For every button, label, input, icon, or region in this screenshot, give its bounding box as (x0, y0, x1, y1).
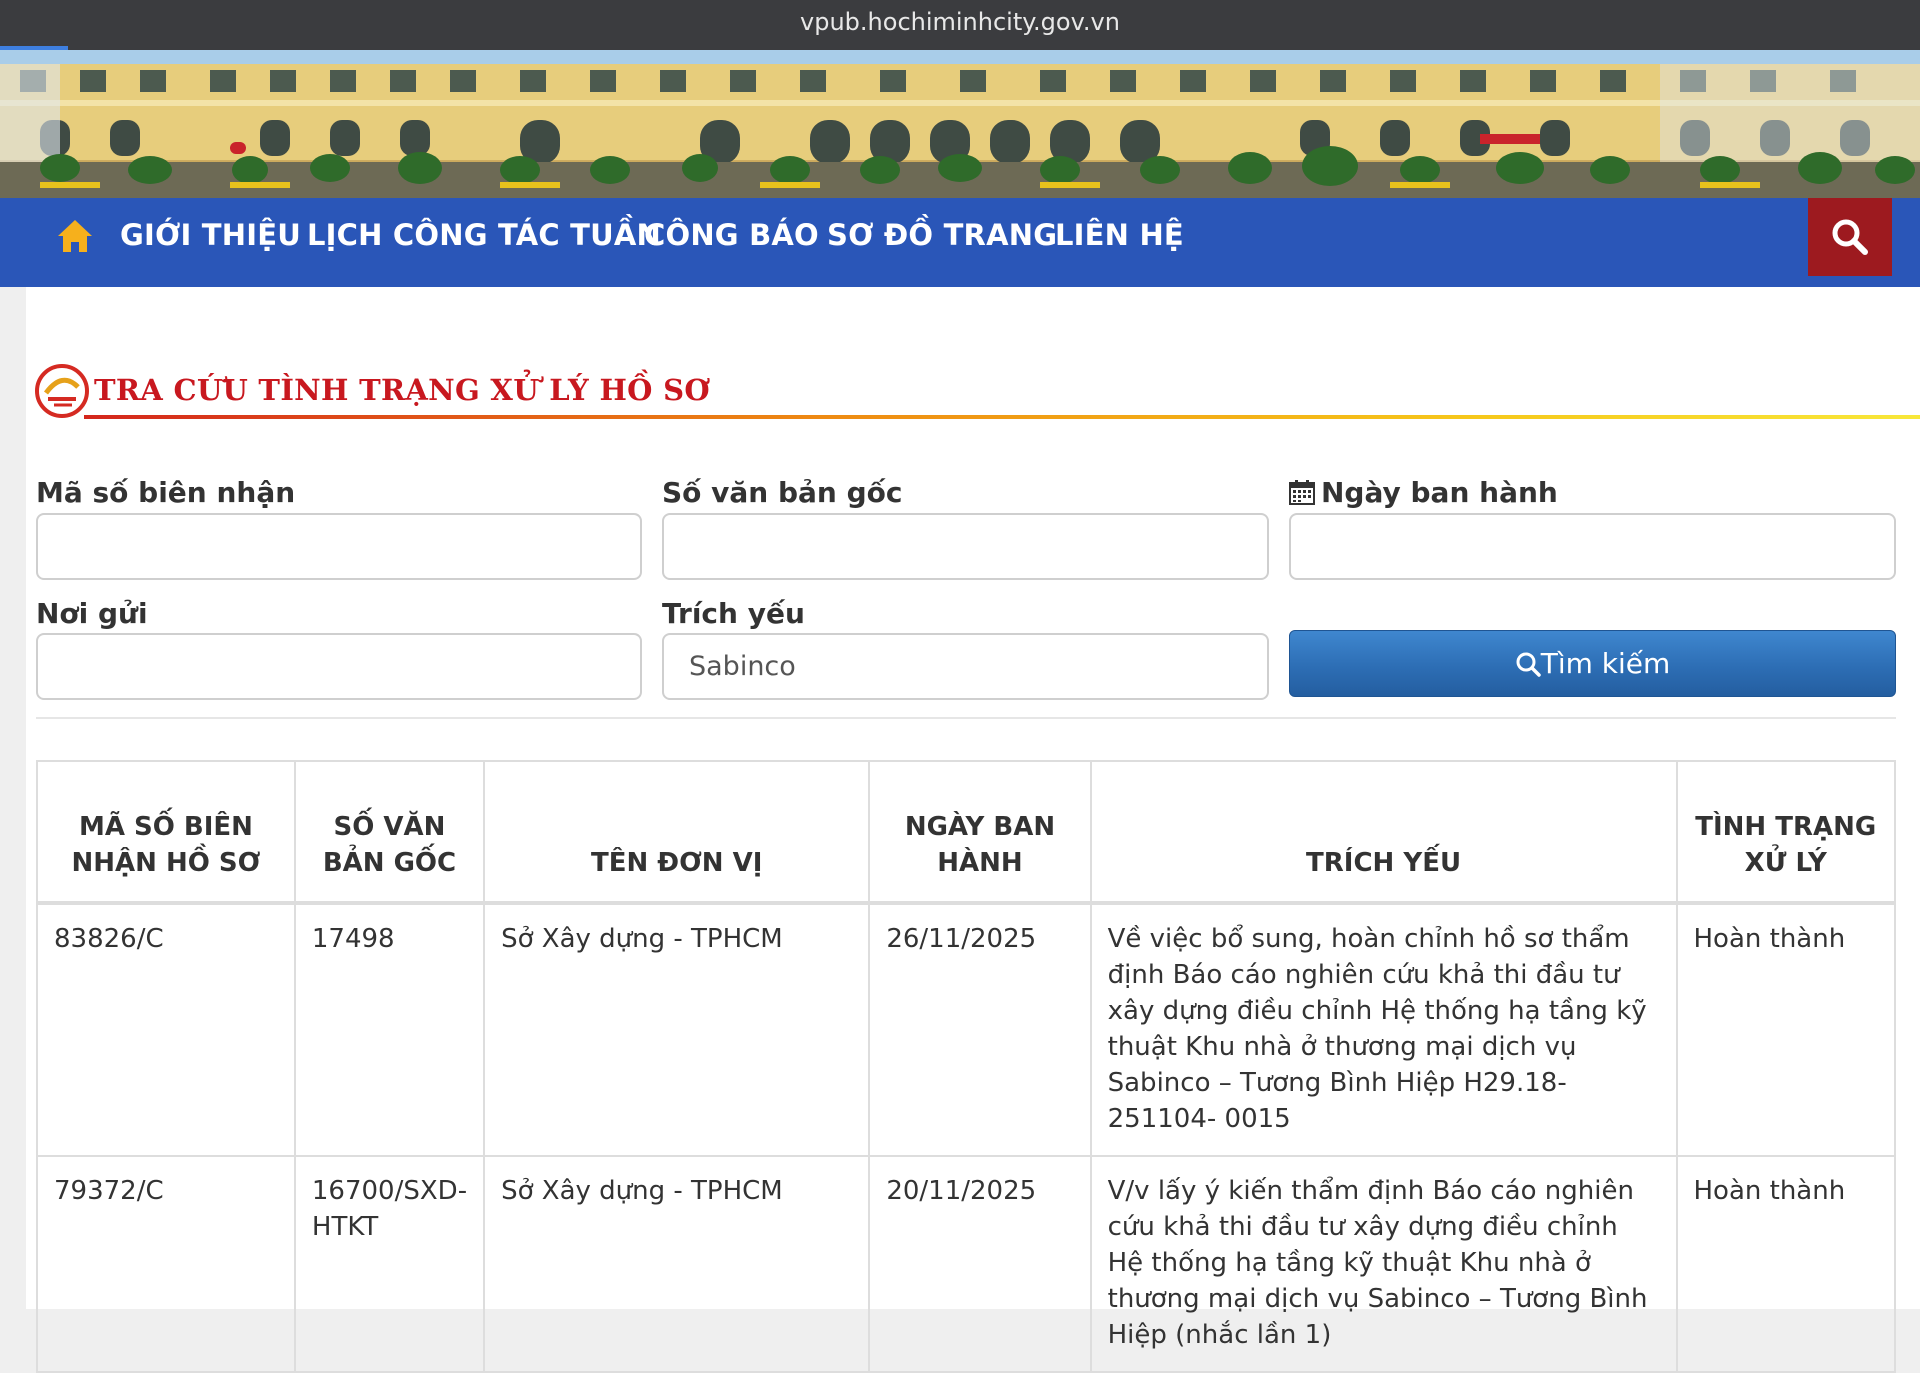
section-heading: TRA CỨU TÌNH TRẠNG XỬ LÝ HỒ SƠ (34, 363, 1920, 419)
col-header-so-van-ban[interactable]: SỐ VĂN BẢN GỐC (293, 760, 486, 904)
nav-item-lich-cong-tac-tuan[interactable]: LỊCH CÔNG TÁC TUẦN (307, 198, 661, 287)
ma-so-label: Mã số biên nhận (36, 476, 296, 509)
search-icon (1516, 652, 1541, 677)
nav-item-gioi-thieu[interactable]: GIỚI THIỆU (120, 198, 301, 287)
cell-tinh-trang: Hoàn thành (1675, 1155, 1896, 1373)
cell-ngay: 20/11/2025 (868, 1155, 1092, 1373)
nav-item-cong-bao[interactable]: CÔNG BÁO (644, 198, 819, 287)
cell-ma-so: 79372/C (36, 1155, 296, 1373)
col-header-ngay-ban-hanh[interactable]: NGÀY BAN HÀNH (868, 760, 1092, 904)
trich-yeu-label: Trích yếu (662, 597, 805, 630)
cell-don-vi: Sở Xây dựng - TPHCM (483, 1155, 871, 1373)
main-navigation: GIỚI THIỆU LỊCH CÔNG TÁC TUẦN CÔNG BÁO S… (0, 198, 1920, 287)
cell-tinh-trang: Hoàn thành (1675, 902, 1896, 1157)
results-table: MÃ SỐ BIÊN NHẬN HỒ SƠ SỐ VĂN BẢN GỐC TÊN… (36, 760, 1896, 1373)
calendar-icon (1289, 480, 1315, 505)
cell-ngay: 26/11/2025 (868, 902, 1092, 1157)
trich-yeu-input[interactable]: Sabinco (662, 633, 1269, 700)
city-emblem-icon (35, 364, 89, 418)
ngay-ban-hanh-text: Ngày ban hành (1321, 476, 1558, 509)
so-van-ban-label: Số văn bản gốc (662, 476, 903, 509)
col-header-ten-don-vi[interactable]: TÊN ĐƠN VỊ (483, 760, 871, 904)
table-header-row: MÃ SỐ BIÊN NHẬN HỒ SƠ SỐ VĂN BẢN GỐC TÊN… (36, 760, 1896, 904)
col-header-ma-so[interactable]: MÃ SỐ BIÊN NHẬN HỒ SƠ (36, 760, 296, 904)
table-row: 83826/C 17498 Sở Xây dựng - TPHCM 26/11/… (36, 902, 1896, 1157)
ngay-ban-hanh-label: Ngày ban hành (1289, 476, 1558, 509)
title-underline (84, 415, 1920, 419)
home-icon[interactable] (56, 218, 94, 254)
browser-url-bar[interactable]: vpub.hochiminhcity.gov.vn (0, 0, 1920, 50)
cell-so-van-ban: 17498 (293, 902, 486, 1157)
url-text: vpub.hochiminhcity.gov.vn (800, 8, 1120, 36)
ma-so-input[interactable] (36, 513, 642, 580)
search-icon (1832, 219, 1868, 255)
col-header-tinh-trang[interactable]: TÌNH TRẠNG XỬ LÝ (1675, 760, 1896, 904)
cell-ma-so: 83826/C (36, 902, 296, 1157)
cell-trich-yeu: V/v lấy ý kiến thẩm định Báo cáo nghiên … (1089, 1155, 1678, 1373)
page-title: TRA CỨU TÌNH TRẠNG XỬ LÝ HỒ SƠ (94, 373, 710, 407)
form-divider (36, 717, 1896, 719)
table-row: 79372/C 16700/SXD-HTKT Sở Xây dựng - TPH… (36, 1155, 1896, 1373)
search-submit-button[interactable]: Tìm kiếm (1289, 630, 1896, 697)
nav-search-button[interactable] (1808, 198, 1892, 276)
nav-item-lien-he[interactable]: LIÊN HỆ (1055, 198, 1184, 287)
cell-so-van-ban: 16700/SXD-HTKT (293, 1155, 486, 1373)
so-van-ban-input[interactable] (662, 513, 1269, 580)
header-banner-image (0, 50, 1920, 198)
col-header-trich-yeu[interactable]: TRÍCH YẾU (1089, 760, 1678, 904)
ngay-ban-hanh-input[interactable] (1289, 513, 1896, 580)
search-button-label: Tìm kiếm (1540, 647, 1671, 680)
cell-trich-yeu: Về việc bổ sung, hoàn chỉnh hồ sơ thẩm đ… (1089, 902, 1678, 1157)
noi-gui-label: Nơi gửi (36, 597, 148, 630)
nav-item-so-do-trang[interactable]: SƠ ĐỒ TRANG (827, 198, 1057, 287)
noi-gui-input[interactable] (36, 633, 642, 700)
cell-don-vi: Sở Xây dựng - TPHCM (483, 902, 871, 1157)
